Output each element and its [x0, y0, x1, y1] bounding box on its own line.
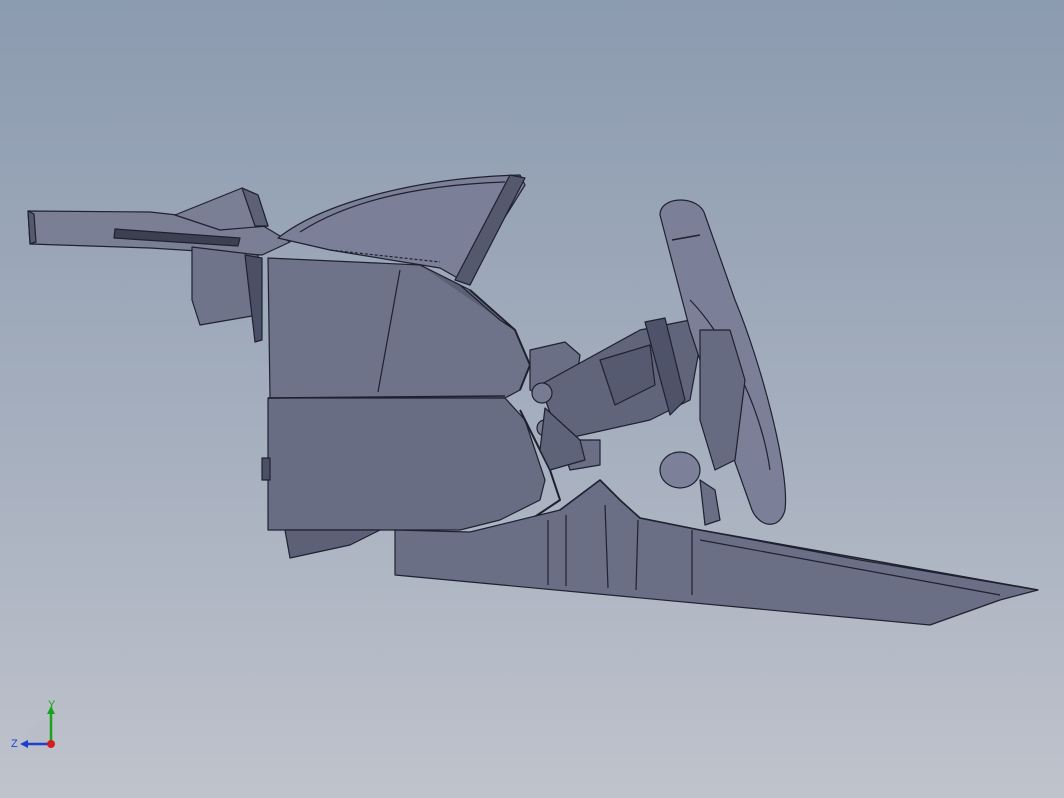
- dashboard-lower-block[interactable]: [261, 395, 561, 541]
- triad-graphic: Y Z: [11, 699, 56, 750]
- x-axis-dot: [47, 740, 55, 748]
- cad-model-view[interactable]: [0, 0, 1064, 798]
- graphics-viewport[interactable]: Y Z: [0, 0, 1064, 798]
- lower-trim-flap[interactable]: [284, 529, 381, 559]
- z-axis-arrow: [20, 740, 28, 748]
- steering-column[interactable]: [529, 317, 701, 471]
- y-axis-label: Y: [48, 699, 56, 711]
- air-duct-left[interactable]: [191, 246, 263, 343]
- dashboard-upper-block[interactable]: [267, 257, 531, 399]
- axis-triad: Y Z: [8, 696, 68, 756]
- z-axis-label: Z: [11, 738, 18, 750]
